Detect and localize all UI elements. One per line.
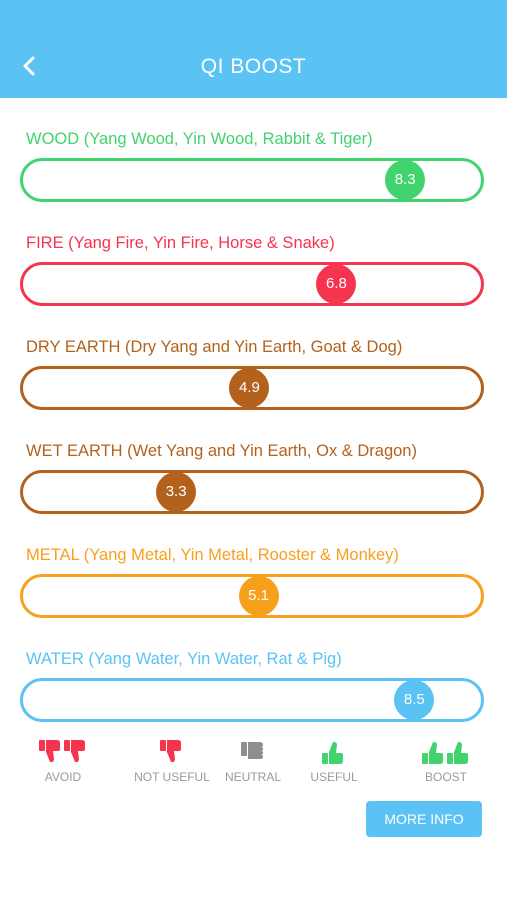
app-header: QI BOOST — [0, 0, 507, 98]
element-slider-track[interactable]: 8.3 — [20, 158, 484, 202]
element-slider-track[interactable]: 4.9 — [20, 366, 484, 410]
element-label: WOOD (Yang Wood, Yin Wood, Rabbit & Tige… — [26, 130, 373, 148]
element-label: WATER (Yang Water, Yin Water, Rat & Pig) — [26, 650, 342, 668]
neutral-hand-icon — [241, 742, 263, 759]
element-label: METAL (Yang Metal, Yin Metal, Rooster & … — [26, 546, 399, 564]
double-thumbs-down-icon — [39, 740, 85, 762]
element-label: WET EARTH (Wet Yang and Yin Earth, Ox & … — [26, 442, 417, 460]
element-slider-track[interactable]: 6.8 — [20, 262, 484, 306]
double-thumbs-up-icon — [422, 742, 468, 764]
legend-label: USEFUL — [310, 770, 358, 784]
legend-label: AVOID — [44, 770, 82, 784]
element-slider-knob[interactable]: 4.9 — [229, 368, 270, 408]
element-label: DRY EARTH (Dry Yang and Yin Earth, Goat … — [26, 338, 403, 356]
legend-label: BOOST — [424, 770, 467, 784]
element-slider-track[interactable]: 3.3 — [20, 470, 484, 514]
element-slider-knob[interactable]: 8.5 — [394, 680, 435, 720]
element-slider-knob[interactable]: 6.8 — [316, 264, 357, 304]
legend-item-avoid: AVOID — [13, 738, 113, 784]
legend-item-boost: BOOST — [396, 738, 496, 784]
legend-item-useful: USEFUL — [284, 738, 384, 784]
element-slider-track[interactable]: 5.1 — [20, 574, 484, 618]
more-info-button[interactable]: MORE INFO — [366, 801, 482, 837]
element-slider-knob[interactable]: 8.3 — [385, 160, 426, 200]
element-slider-knob[interactable]: 3.3 — [156, 472, 197, 512]
element-slider-track[interactable]: 8.5 — [20, 678, 484, 722]
thumbs-down-icon — [160, 740, 181, 762]
thumbs-up-icon — [322, 742, 343, 764]
rating-legend: AVOID NOT USEFUL NEUTRAL USEFUL BOOST — [0, 738, 507, 798]
page-title: QI BOOST — [200, 55, 307, 78]
element-slider-knob[interactable]: 5.1 — [238, 576, 279, 616]
element-label: FIRE (Yang Fire, Yin Fire, Horse & Snake… — [26, 234, 335, 252]
